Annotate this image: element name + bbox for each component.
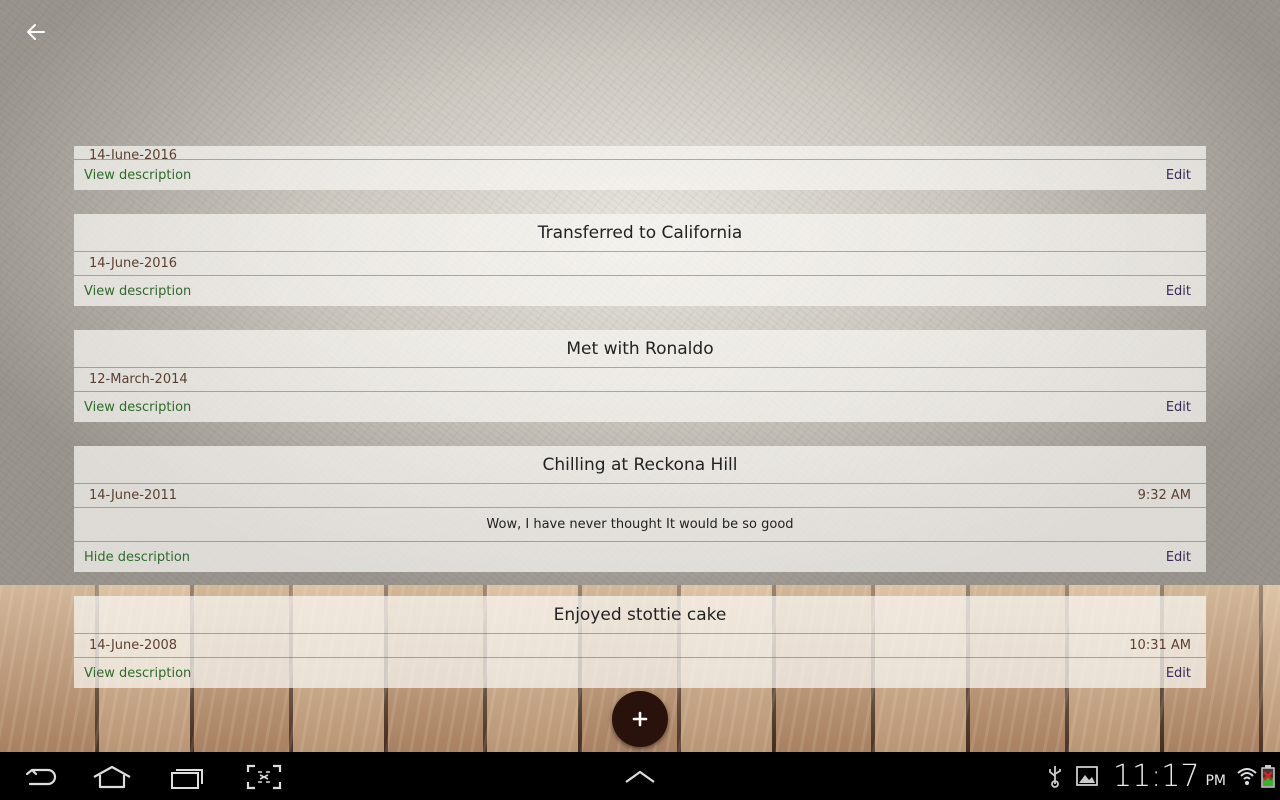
view-description-link[interactable]: View description [84,168,191,183]
battery-icon [1261,765,1275,788]
nav-home-button[interactable] [82,760,142,794]
card-meta-row: 12-March-2014 [74,368,1206,392]
entry-date: 12-March-2014 [89,372,188,387]
card-meta-row: 14-June-2016 [74,146,1206,160]
arrow-left-icon [27,24,45,40]
clock-ampm: PM [1205,773,1226,789]
timeline-card: Chilling at Reckona Hill 14-June-2011 9:… [74,446,1206,572]
entry-date: 14-June-2016 [89,256,178,271]
edit-link[interactable]: Edit [1166,284,1191,299]
timeline-card: Met with Ronaldo 12-March-2014 View desc… [74,330,1206,422]
card-actions-row: View description Edit [74,658,1206,688]
card-meta-row: 14-June-2011 9:32 AM [74,484,1206,508]
chevron-up-icon [625,770,655,783]
add-entry-button[interactable] [612,691,668,747]
entry-title: Chilling at Reckona Hill [74,446,1206,484]
entry-title: Enjoyed stottie cake [74,596,1206,634]
recent-apps-icon [171,769,203,789]
image-icon [1076,766,1098,786]
timeline-card: 14-June-2016 View description Edit [74,146,1206,190]
recent-apps-button[interactable] [157,760,217,794]
card-meta-row: 14-June-2008 10:31 AM [74,634,1206,658]
app-drawer-button[interactable] [610,760,670,794]
card-meta-row: 14-June-2016 [74,252,1206,276]
entry-date: 14-June-2011 [89,488,178,503]
card-actions-row: Hide description Edit [74,542,1206,572]
entry-title: Met with Ronaldo [74,330,1206,368]
card-actions-row: View description Edit [74,160,1206,190]
nav-back-button[interactable] [10,760,70,794]
edit-link[interactable]: Edit [1166,666,1191,681]
entry-time: 9:32 AM [1137,488,1191,503]
system-navigation-bar: 11:17 PM [0,752,1280,800]
nav-back-icon [25,768,57,786]
card-actions-row: View description Edit [74,276,1206,306]
entry-title: Transferred to California [74,214,1206,252]
timeline-card: Enjoyed stottie cake 14-June-2008 10:31 … [74,596,1206,688]
screenshot-icon [246,764,282,790]
status-area[interactable]: 11:17 PM [1043,752,1280,800]
edit-link[interactable]: Edit [1166,168,1191,183]
entry-date: 14-June-2008 [89,638,178,653]
clock-time: 11:17 [1113,758,1200,794]
view-description-link[interactable]: View description [84,400,191,415]
entry-time: 10:31 AM [1129,638,1191,653]
back-button[interactable] [18,18,54,46]
screenshot-button[interactable] [234,760,294,794]
timeline-list: 14-June-2016 View description Edit Trans… [74,146,1206,712]
hide-description-link[interactable]: Hide description [84,550,190,565]
usb-icon [1049,766,1061,788]
entry-description: Wow, I have never thought It would be so… [74,508,1206,542]
edit-link[interactable]: Edit [1166,550,1191,565]
wifi-icon [1237,768,1257,785]
entry-date: 14-June-2016 [89,148,178,160]
view-description-link[interactable]: View description [84,666,191,681]
view-description-link[interactable]: View description [84,284,191,299]
edit-link[interactable]: Edit [1166,400,1191,415]
plus-icon [632,711,648,727]
timeline-card: Transferred to California 14-June-2016 V… [74,214,1206,306]
card-actions-row: View description Edit [74,392,1206,422]
nav-home-icon [93,765,131,789]
